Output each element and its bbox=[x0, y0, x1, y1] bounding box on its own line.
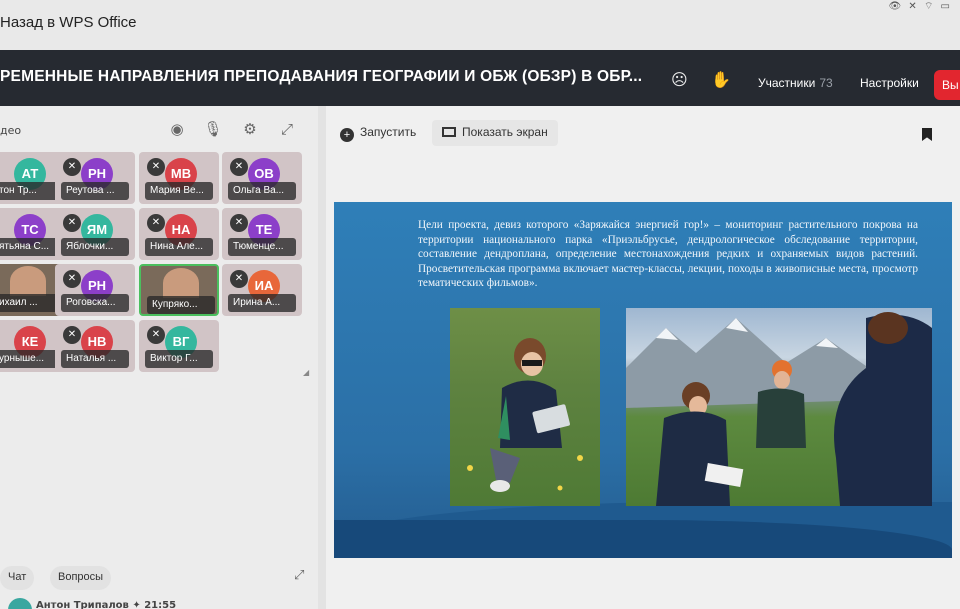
panel-divider[interactable] bbox=[318, 106, 326, 609]
mic-off-icon: ✕ bbox=[63, 214, 81, 232]
mic-off-icon: ✕ bbox=[147, 158, 165, 176]
participant-name: Яблочки... bbox=[61, 238, 129, 256]
participant-name: Наталья ... bbox=[61, 350, 129, 368]
mic-off-icon: ✕ bbox=[63, 158, 81, 176]
participant-tile[interactable]: ОВ ✕ Ольга Ва... bbox=[222, 152, 302, 204]
participants-label: Участники bbox=[758, 76, 816, 90]
participant-name: Роговска... bbox=[61, 294, 129, 312]
reaction-emoji-icon[interactable]: ☹ bbox=[671, 70, 688, 89]
chat-expand-icon[interactable]: ⤢ bbox=[294, 568, 304, 583]
participant-name: Реутова ... bbox=[61, 182, 129, 200]
participant-tile[interactable]: ИА ✕ Ирина А... bbox=[222, 264, 302, 316]
tab-chat[interactable]: Чат bbox=[0, 566, 35, 590]
student-illustration bbox=[467, 338, 583, 492]
mic-off-icon: ✕ bbox=[147, 214, 165, 232]
participant-tile[interactable]: РН ✕ Реутова ... bbox=[55, 152, 135, 204]
video-panel-label: део bbox=[0, 124, 22, 137]
bookmark-icon[interactable] bbox=[922, 128, 932, 141]
participant-name: Ирина А... bbox=[228, 294, 296, 312]
share-screen-button[interactable]: Показать экран bbox=[432, 120, 558, 146]
participant-name: Тюменце... bbox=[228, 238, 296, 256]
top-bar: Назад в WPS Office 👁 ✕ ⌔ ▭ bbox=[0, 0, 960, 50]
shared-slide: Цели проекта, девиз которого «Заряжайся … bbox=[334, 202, 952, 558]
participant-video bbox=[163, 268, 199, 298]
participant-tile[interactable]: НВ ✕ Наталья ... bbox=[55, 320, 135, 372]
participant-name: урныше... bbox=[0, 350, 62, 368]
meeting-title: РЕМЕННЫЕ НАПРАВЛЕНИЯ ПРЕПОДАВАНИЯ ГЕОГРА… bbox=[0, 68, 643, 85]
participant-video bbox=[10, 266, 46, 296]
participant-tile[interactable]: НА ✕ Нина Але... bbox=[139, 208, 219, 260]
gear-icon[interactable]: ⚙ bbox=[239, 120, 261, 142]
group-illustration bbox=[626, 312, 932, 506]
participant-name: Ольга Ва... bbox=[228, 182, 296, 200]
mic-off-icon: ✕ bbox=[63, 326, 81, 344]
participant-name: Нина Але... bbox=[145, 238, 213, 256]
slide-photo-group bbox=[626, 308, 932, 506]
start-label: Запустить bbox=[360, 125, 417, 139]
mic-off-icon: ✕ bbox=[230, 270, 248, 288]
participant-name: Купряко... bbox=[147, 296, 215, 314]
presentation-area: + Запустить Показать экран Цели проекта, … bbox=[326, 106, 960, 609]
back-to-wps-link[interactable]: Назад в WPS Office bbox=[0, 14, 137, 31]
tab-questions[interactable]: Вопросы bbox=[50, 566, 112, 590]
chat-message-author: Антон Трипалов ✦ 21:55 bbox=[36, 600, 177, 609]
participants-count: 73 bbox=[819, 76, 833, 90]
system-status-icons: 👁 ✕ ⌔ ▭ bbox=[888, 1, 952, 12]
microphone-icon[interactable]: 🎙 bbox=[202, 120, 224, 142]
participant-tile[interactable]: ТЕ ✕ Тюменце... bbox=[222, 208, 302, 260]
raise-hand-icon[interactable]: ✋ bbox=[711, 70, 731, 89]
start-button[interactable]: + Запустить bbox=[330, 120, 426, 146]
meeting-header: РЕМЕННЫЕ НАПРАВЛЕНИЯ ПРЕПОДАВАНИЯ ГЕОГРА… bbox=[0, 50, 960, 106]
chat-tabs: Чат Вопросы bbox=[0, 562, 318, 592]
participants-button[interactable]: Участники 73 bbox=[758, 76, 833, 90]
share-label: Показать экран bbox=[462, 125, 548, 139]
participant-tile[interactable]: РН ✕ Роговска... bbox=[55, 264, 135, 316]
participant-tile[interactable]: ЯМ ✕ Яблочки... bbox=[55, 208, 135, 260]
participant-tile[interactable]: МВ ✕ Мария Ве... bbox=[139, 152, 219, 204]
resize-grip-icon[interactable]: ◢ bbox=[303, 368, 309, 377]
participant-tile[interactable]: Купряко... bbox=[139, 264, 219, 316]
camera-icon[interactable]: ◉ bbox=[166, 120, 188, 142]
participant-name: Виктор Г... bbox=[145, 350, 213, 368]
slide-photo-student bbox=[450, 308, 600, 506]
mic-off-icon: ✕ bbox=[147, 326, 165, 344]
participant-name: ихаил ... bbox=[0, 294, 62, 312]
participant-name: ятьяна С... bbox=[0, 238, 62, 256]
mic-off-icon: ✕ bbox=[230, 158, 248, 176]
mic-off-icon: ✕ bbox=[63, 270, 81, 288]
screen-icon bbox=[442, 127, 456, 137]
expand-icon[interactable]: ⤢ bbox=[276, 120, 298, 142]
participant-name: тон Тр... bbox=[0, 182, 62, 200]
mic-off-icon: ✕ bbox=[230, 214, 248, 232]
play-icon: + bbox=[340, 128, 354, 142]
settings-button[interactable]: Настройки bbox=[860, 76, 919, 90]
slide-text: Цели проекта, девиз которого «Заряжайся … bbox=[418, 219, 918, 289]
leave-button[interactable]: Вы bbox=[934, 70, 960, 100]
participant-name: Мария Ве... bbox=[145, 182, 213, 200]
participant-tile[interactable]: ВГ ✕ Виктор Г... bbox=[139, 320, 219, 372]
